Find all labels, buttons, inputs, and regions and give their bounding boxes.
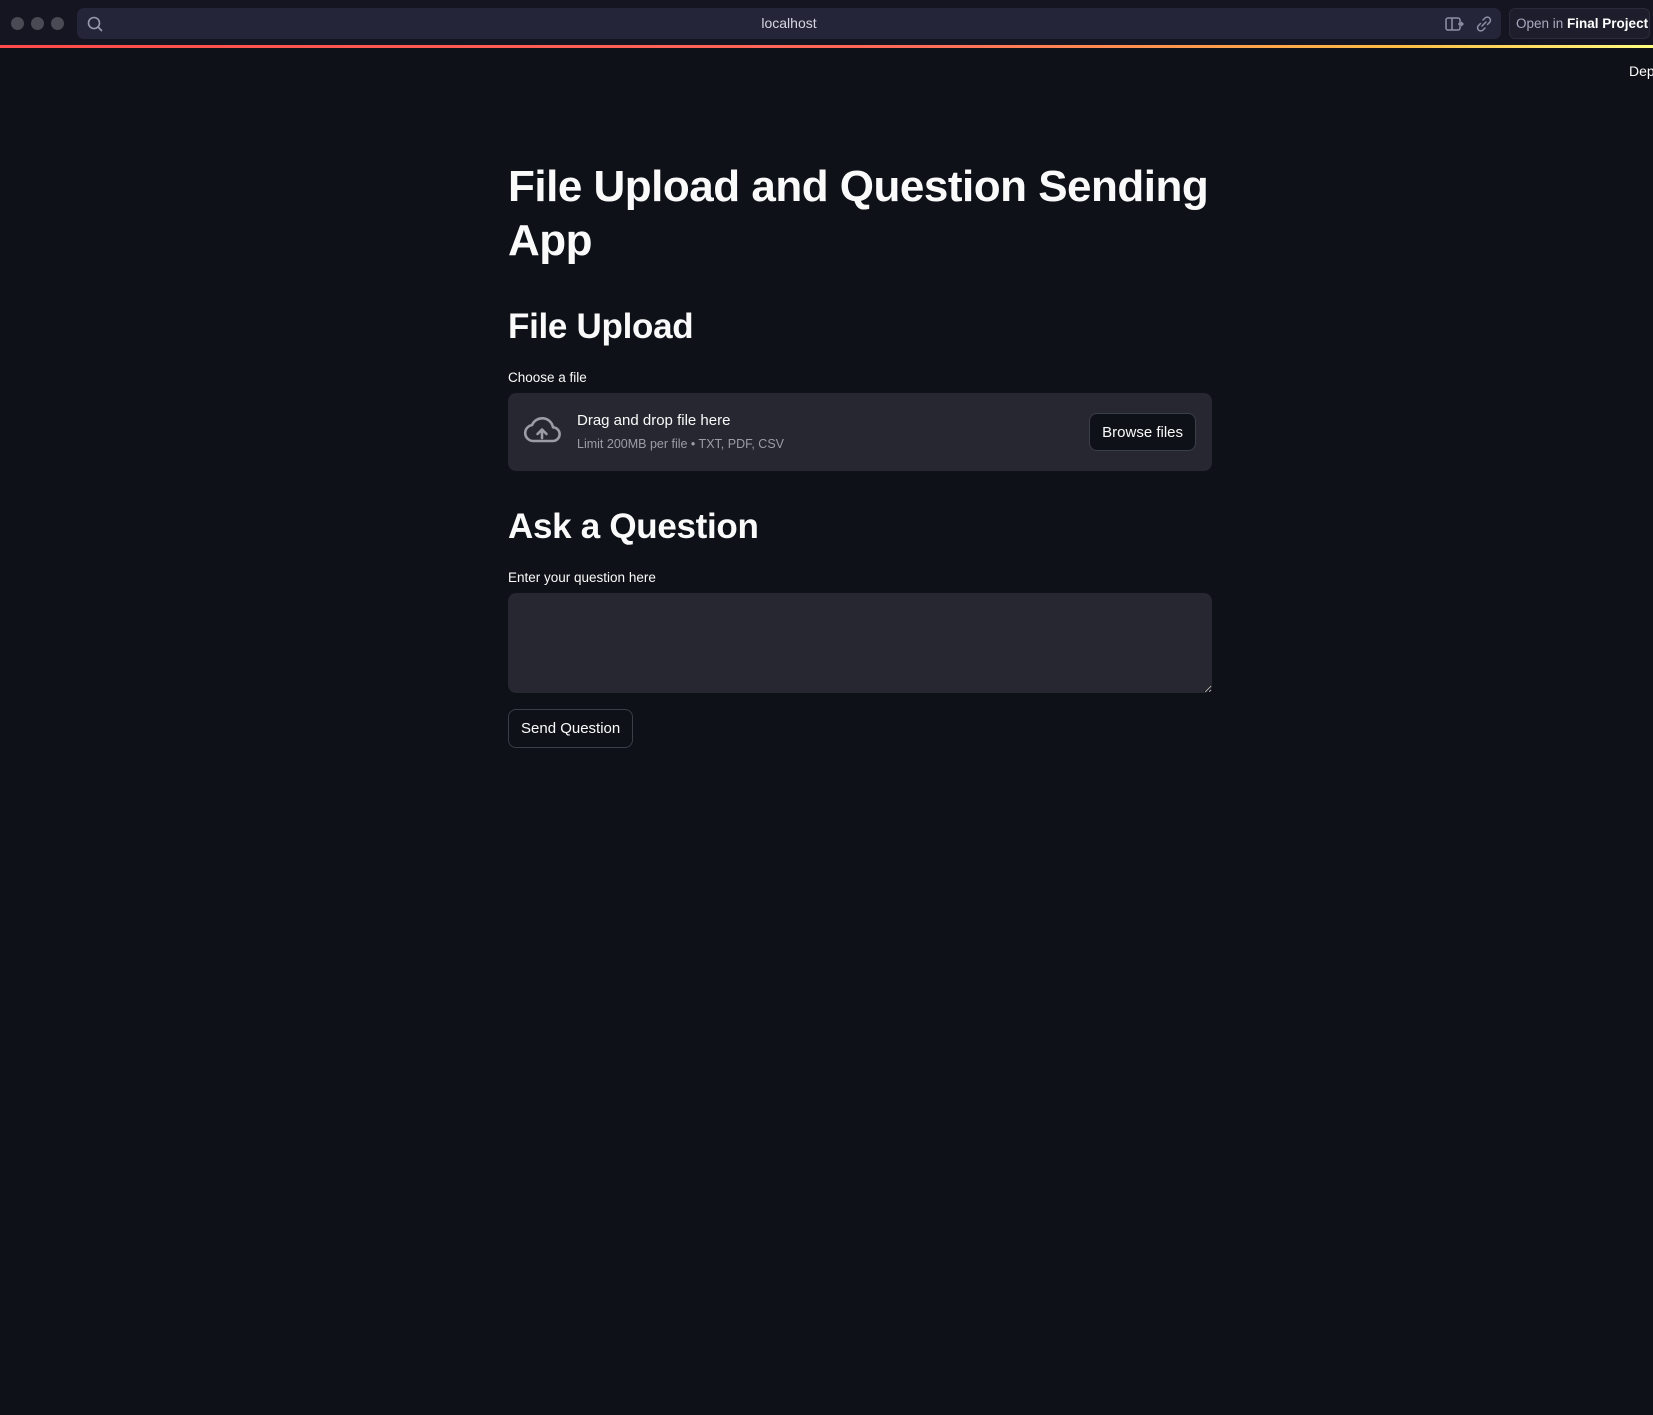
url-text: localhost [761, 15, 817, 31]
file-upload-heading: File Upload [508, 307, 694, 346]
dropzone-title: Drag and drop file here [577, 412, 731, 429]
dropzone-limits: Limit 200MB per file • TXT, PDF, CSV [577, 437, 784, 451]
minimize-window-dot[interactable] [31, 17, 44, 30]
question-input-label: Enter your question here [508, 570, 656, 585]
file-dropzone[interactable]: Drag and drop file here Limit 200MB per … [508, 393, 1212, 471]
question-textarea[interactable] [508, 593, 1212, 693]
close-window-dot[interactable] [11, 17, 24, 30]
cloud-upload-icon [523, 416, 561, 443]
address-bar[interactable]: localhost [77, 8, 1501, 39]
main-content: File Upload and Question Sending App Fil… [508, 160, 1212, 748]
header-accent-line [0, 45, 1653, 48]
open-in-label: Open in [1516, 16, 1568, 31]
ask-question-heading: Ask a Question [508, 507, 759, 546]
open-in-project-button[interactable]: Open in Final Project [1509, 8, 1650, 39]
deploy-button[interactable]: Dep [1629, 63, 1653, 79]
link-icon[interactable] [1473, 13, 1495, 35]
project-name: Final Project [1567, 16, 1649, 31]
browse-files-button[interactable]: Browse files [1089, 413, 1196, 451]
file-uploader-label: Choose a file [508, 370, 587, 385]
send-question-button[interactable]: Send Question [508, 709, 634, 748]
maximize-window-dot[interactable] [51, 17, 64, 30]
browser-toolbar: localhost Open in Final Project [0, 0, 1653, 47]
page-title: File Upload and Question Sending App [508, 162, 1209, 265]
side-panel-icon[interactable] [1443, 13, 1465, 35]
